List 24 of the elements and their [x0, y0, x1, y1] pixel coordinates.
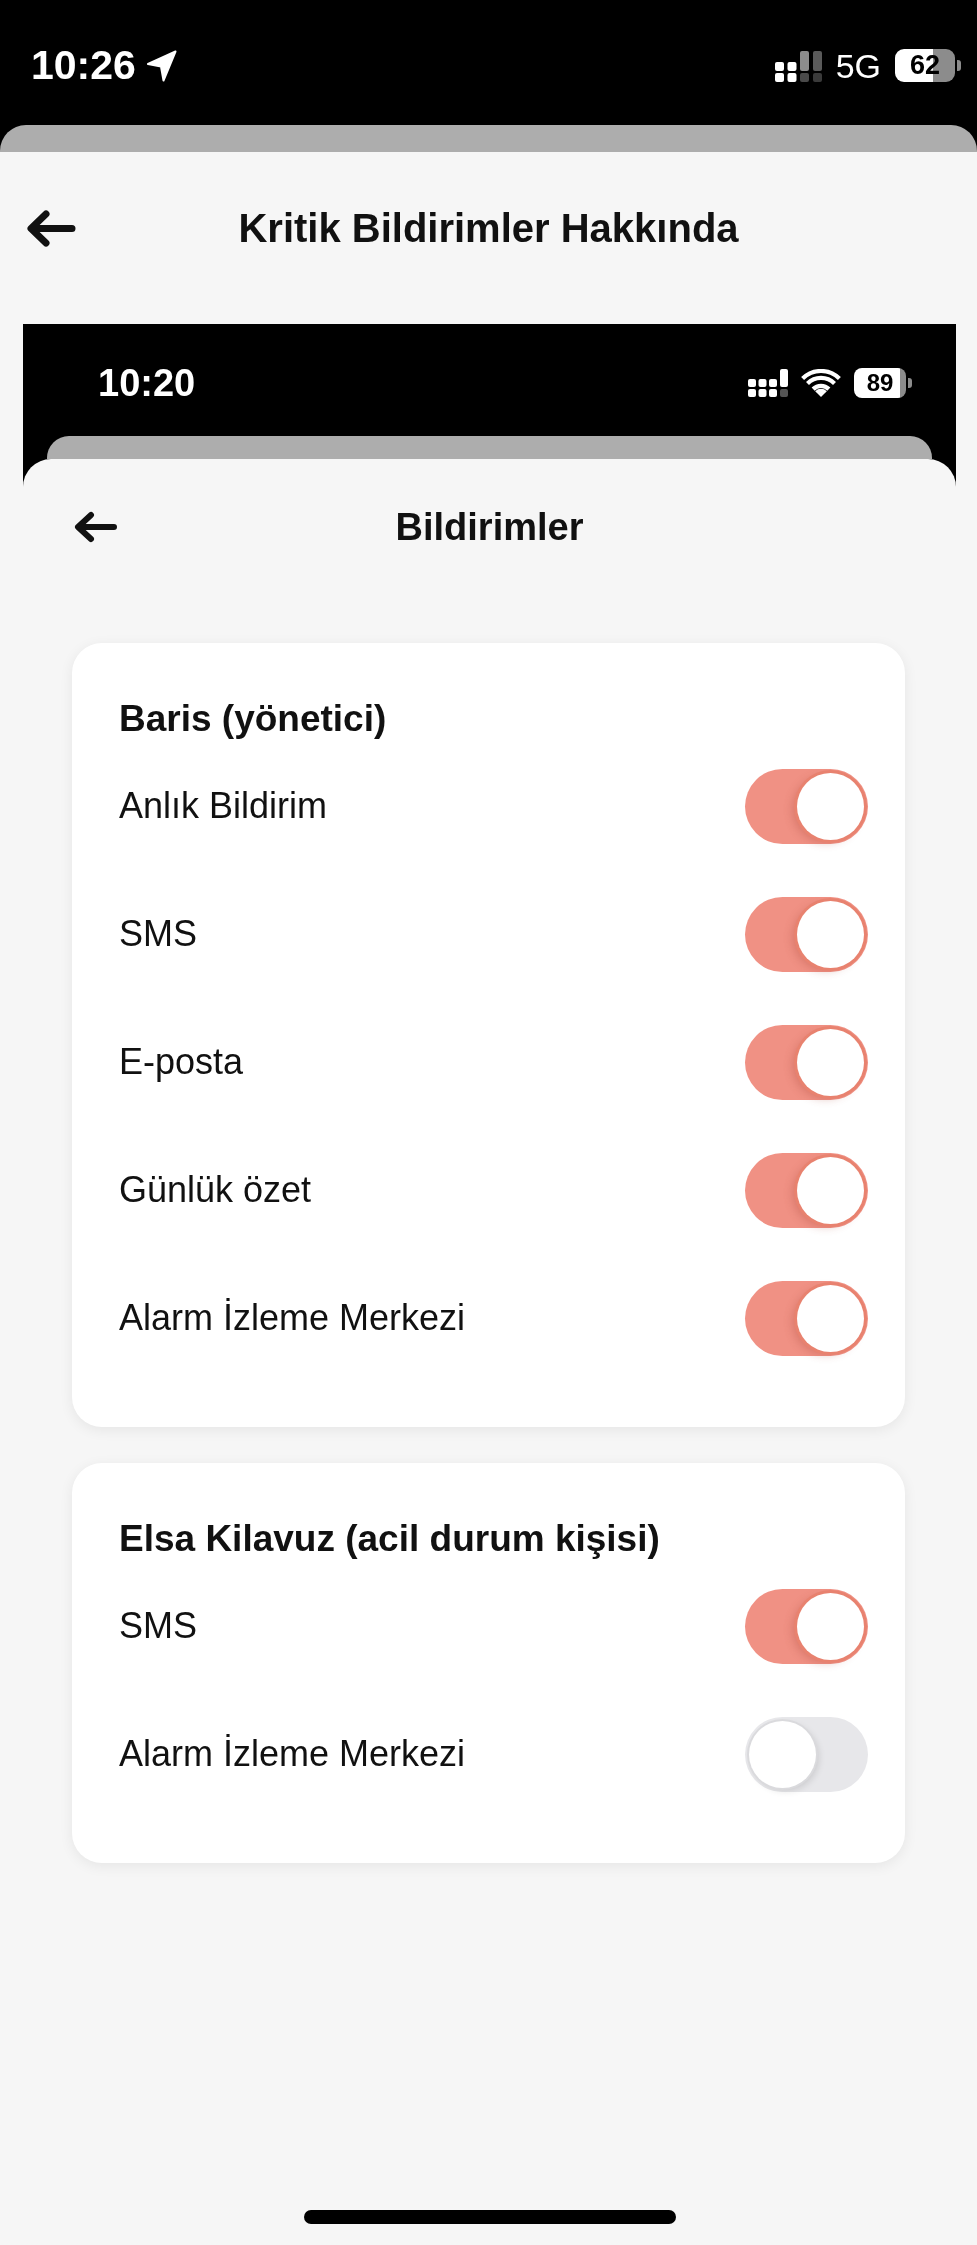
- setting-label: Alarm İzleme Merkezi: [119, 1296, 466, 1340]
- page-title: Kritik Bildirimler Hakkında: [237, 205, 740, 251]
- setting-label: Alarm İzleme Merkezi: [119, 1732, 466, 1776]
- screen-title: Bildirimler: [394, 505, 585, 549]
- wifi-icon: [801, 369, 841, 397]
- setting-label: Günlük özet: [119, 1168, 312, 1212]
- back-arrow-icon: [26, 209, 76, 247]
- back-arrow-icon: [73, 511, 118, 543]
- signal-icon: [774, 49, 822, 82]
- status-time: 10:26: [31, 45, 136, 86]
- setting-label: SMS: [119, 912, 197, 956]
- setting-label: Anlık Bildirim: [119, 784, 328, 828]
- status-time: 10:20: [98, 364, 196, 402]
- battery-indicator: 62: [895, 49, 961, 82]
- section-title: Elsa Kilavuz (acil durum kişisi): [119, 1517, 661, 1561]
- location-arrow-icon: [145, 49, 177, 82]
- signal-icon: [748, 369, 788, 397]
- back-button[interactable]: [73, 511, 118, 543]
- network-label: 5G: [835, 48, 881, 83]
- back-button[interactable]: [26, 209, 76, 247]
- setting-label: E-posta: [119, 1040, 244, 1084]
- battery-indicator: 89: [854, 368, 912, 398]
- setting-label: SMS: [119, 1604, 197, 1648]
- section-title: Baris (yönetici): [119, 697, 388, 741]
